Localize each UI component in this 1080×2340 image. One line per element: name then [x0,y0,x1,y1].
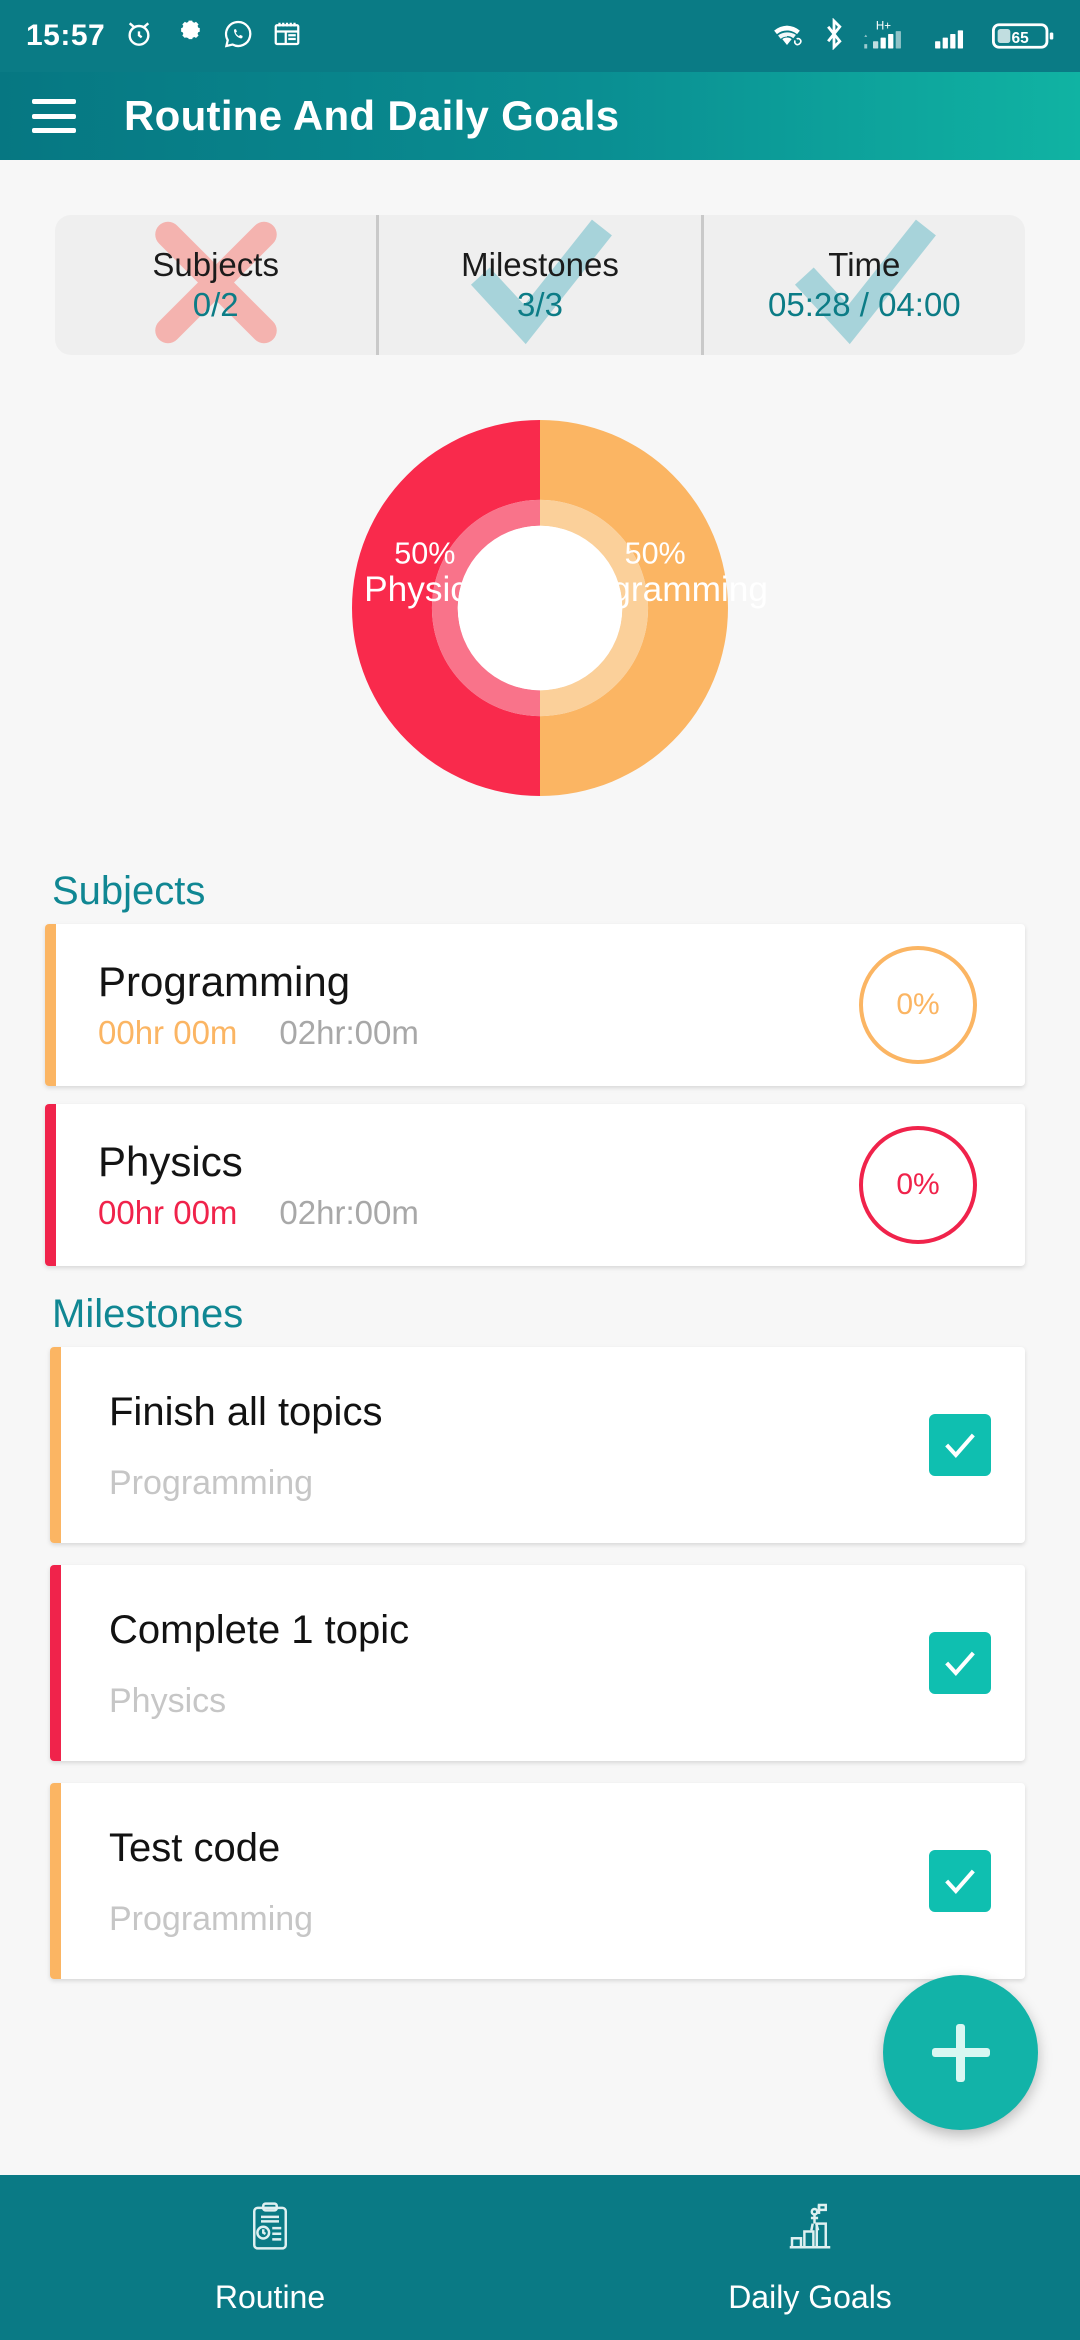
cross-mark-icon [141,215,291,355]
signal-hplus-icon: H+ [862,18,916,55]
milestone-card[interactable]: Test code Programming [50,1783,1025,1979]
nav-item-routine[interactable]: Routine [0,2175,540,2340]
stat-value: 3/3 [517,286,563,323]
battery-icon: 65 [992,20,1054,52]
milestone-color-bar [50,1347,61,1543]
stat-label: Milestones [461,246,619,283]
milestone-subject: Programming [109,1463,314,1502]
subjects-section-heading: Subjects [52,869,206,913]
milestone-checkbox[interactable] [929,1632,991,1694]
battery-level-text: 65 [1012,30,1030,47]
check-icon [945,1433,975,1458]
calendar-note-icon [272,19,302,54]
milestone-subject: Programming [109,1899,314,1938]
milestone-title: Complete 1 topic [109,1607,410,1652]
clipboard-checklist-icon [243,2200,297,2259]
subject-time-total: 02hr:00m [279,1014,419,1052]
milestone-card[interactable]: Complete 1 topic Physics [50,1565,1025,1761]
milestone-color-bar [50,1565,61,1761]
milestone-checkbox[interactable] [929,1414,991,1476]
app-bar: Routine And Daily Goals [0,72,1080,160]
subject-card-programming[interactable]: Programming 00hr 00m 02hr:00m 0% [45,924,1025,1086]
milestone-title: Finish all topics [109,1389,383,1434]
donut-label-programming: Programming [556,570,768,609]
stat-value: 0/2 [192,286,239,323]
summary-stats-card: Subjects 0/2 Milestones 3/3 Time 05:28 /… [55,215,1025,355]
page-title: Routine And Daily Goals [124,92,620,139]
svg-text:H+: H+ [876,19,891,32]
hamburger-icon[interactable] [32,99,76,133]
subject-progress-percent: 0% [896,1168,940,1201]
donut-percent-physics: 50% [394,536,455,570]
check-icon [945,1869,975,1894]
check-icon [945,1651,975,1676]
subject-name: Physics [98,1137,243,1185]
nav-label: Daily Goals [728,2278,892,2315]
check-mark-icon [789,215,939,355]
stat-milestones[interactable]: Milestones 3/3 [376,215,700,355]
status-bar-clock: 15:57 [26,19,106,52]
milestones-section-heading: Milestones [52,1292,244,1336]
add-button[interactable] [883,1975,1038,2130]
subject-color-bar [45,1104,56,1266]
subject-color-bar [45,924,56,1086]
scroll-content[interactable]: Subjects 0/2 Milestones 3/3 Time 05:28 /… [0,160,1080,2175]
signal-icon [932,18,976,55]
wifi-icon [768,19,806,54]
whatsapp-icon [222,18,254,55]
subject-time-done: 00hr 00m [98,1194,238,1232]
milestone-checkbox[interactable] [929,1850,991,1912]
stat-subjects[interactable]: Subjects 0/2 [55,215,376,355]
status-bar: 15:57 H+ 65 [0,0,1080,72]
milestone-color-bar [50,1783,61,1979]
stat-value: 05:28 / 04:00 [767,286,961,323]
subject-card-physics[interactable]: Physics 00hr 00m 02hr:00m 0% [45,1104,1025,1266]
subject-time-total: 02hr:00m [279,1194,419,1232]
status-bar-left: 15:57 [26,18,302,55]
subject-progress-ring: 0% [859,1126,977,1244]
subject-progress-ring: 0% [859,946,977,1064]
podium-flag-icon [783,2200,837,2259]
donut-label-physics: Physics [364,570,485,609]
status-bar-right: H+ 65 [768,17,1054,55]
donut-percent-programming: 50% [625,536,686,570]
nav-label: Routine [214,2278,326,2315]
nav-item-daily-goals[interactable]: Daily Goals [540,2175,1080,2340]
milestone-subject: Physics [109,1681,227,1720]
bottom-navigation: Routine Daily Goals [0,2175,1080,2340]
stat-label: Subjects [152,246,279,283]
subject-name: Programming [98,957,351,1005]
subjects-donut-chart: 50% Physics 50% Programming [0,373,1080,843]
alarm-clock-icon [123,18,155,55]
stat-time[interactable]: Time 05:28 / 04:00 [700,215,1025,355]
subject-progress-percent: 0% [896,988,940,1021]
subject-time-done: 00hr 00m [98,1014,238,1052]
milestone-title: Test code [109,1825,281,1870]
milestone-card[interactable]: Finish all topics Programming [50,1347,1025,1543]
stat-label: Time [828,246,901,283]
check-mark-icon [465,215,615,355]
donut-svg: 50% Physics 50% Programming [352,420,768,796]
bluetooth-icon [822,17,846,55]
gear-icon [173,18,204,54]
